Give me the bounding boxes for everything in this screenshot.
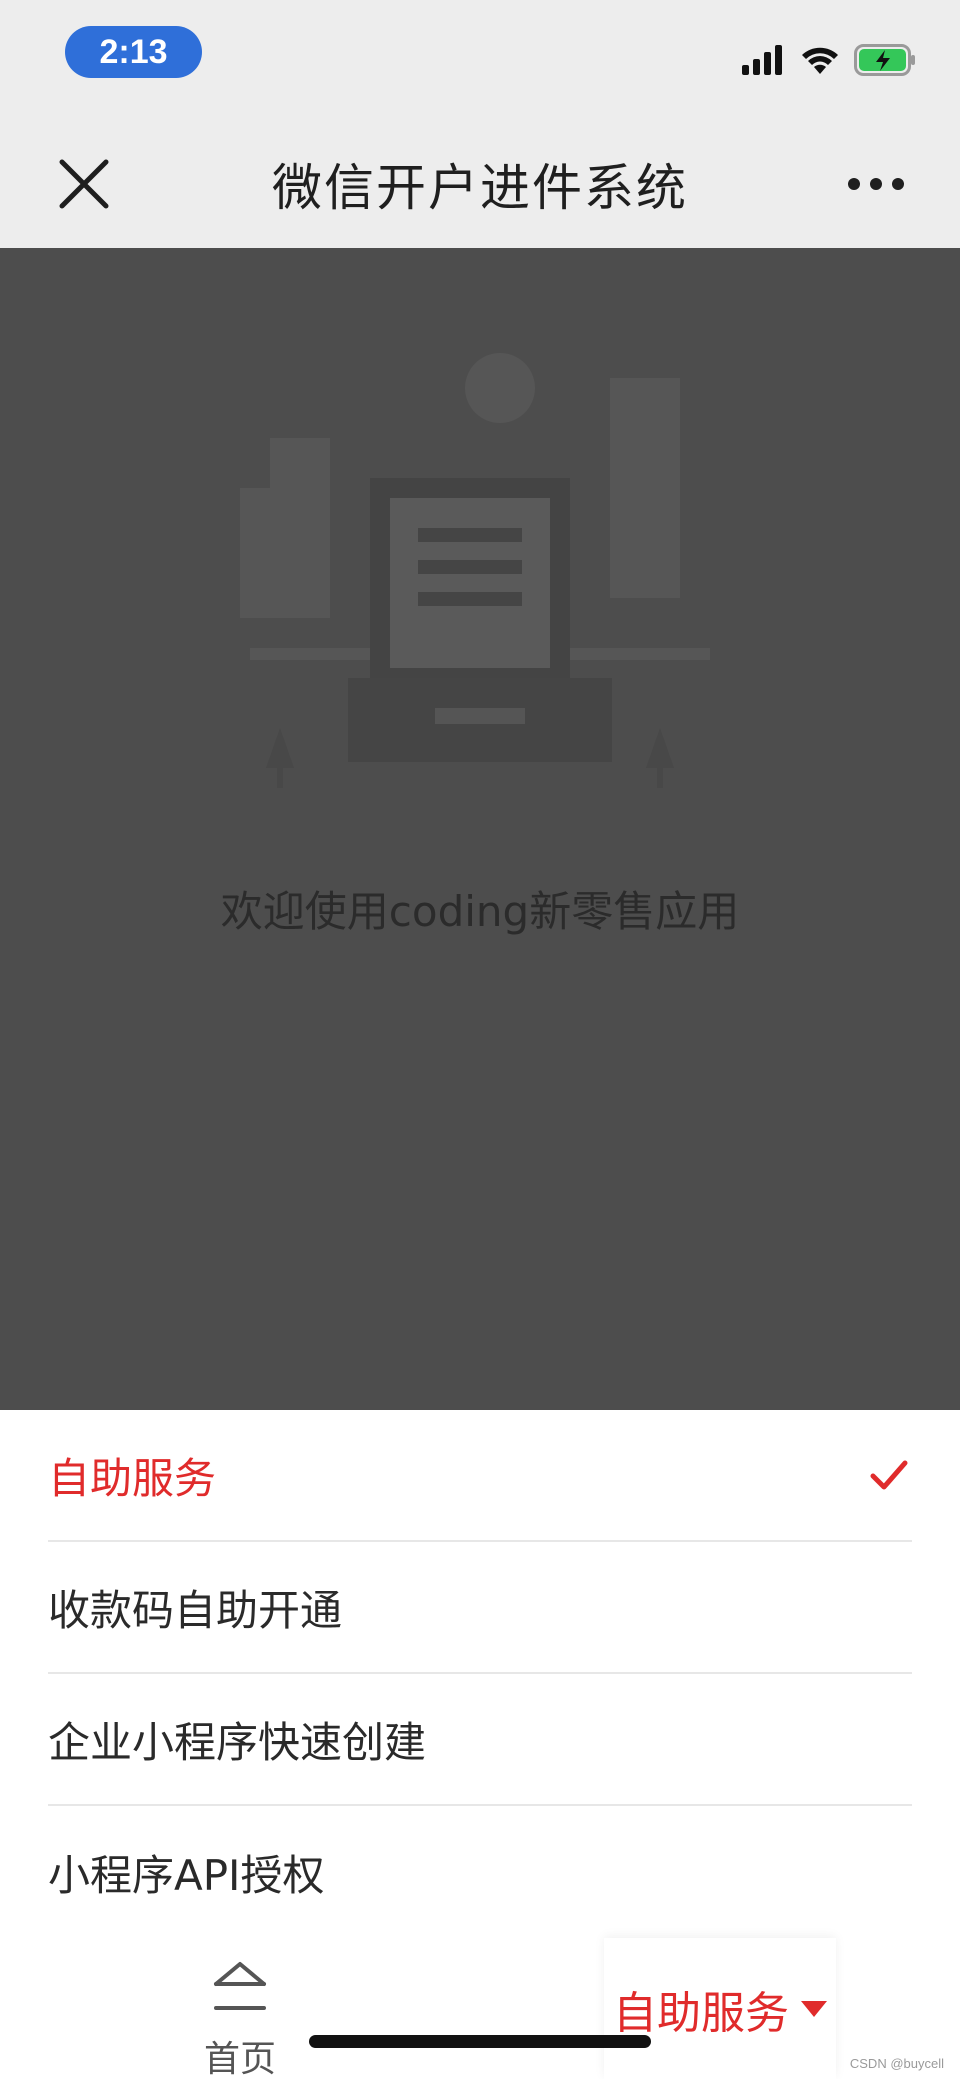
close-icon[interactable] <box>54 154 114 214</box>
home-icon <box>214 1962 266 2010</box>
battery-charging-icon <box>854 44 915 76</box>
more-icon[interactable] <box>846 164 906 204</box>
home-indicator <box>309 2035 651 2048</box>
signal-icon <box>742 45 782 75</box>
page-title: 微信开户进件系统 <box>272 159 688 217</box>
watermark: CSDN @buycell <box>849 2056 944 2071</box>
dropdown-item-api-auth[interactable]: 小程序API授权 <box>48 1806 912 1938</box>
dropdown-item-label: 小程序API授权 <box>48 1850 325 1900</box>
dropdown-item-label: 收款码自助开通 <box>48 1585 343 1635</box>
caret-down-icon <box>801 2000 827 2017</box>
check-icon <box>870 1460 908 1490</box>
service-dropdown: 自助服务 收款码自助开通 企业小程序快速创建 小程序API授权 <box>0 1410 960 1938</box>
dropdown-item-mini-program[interactable]: 企业小程序快速创建 <box>48 1674 912 1806</box>
tab-bar: 首页 自助服务 <box>0 1938 960 2079</box>
status-time: 2:13 <box>65 26 202 78</box>
dropdown-item-label: 自助服务 <box>48 1453 217 1503</box>
tab-self-service-label: 自助服务 <box>613 1987 789 2039</box>
dropdown-item-qr-payment[interactable]: 收款码自助开通 <box>48 1542 912 1674</box>
tab-self-service[interactable]: 自助服务 <box>604 1938 836 2079</box>
dim-overlay[interactable]: 欢迎使用coding新零售应用 <box>0 248 960 1410</box>
tab-home[interactable]: 首页 <box>190 1948 290 2079</box>
dropdown-item-self-service[interactable]: 自助服务 <box>48 1410 912 1542</box>
welcome-text: 欢迎使用coding新零售应用 <box>220 887 740 936</box>
tab-home-label: 首页 <box>203 2039 276 2079</box>
status-bar: 2:13 <box>0 0 960 120</box>
nav-bar: 微信开户进件系统 <box>0 120 960 248</box>
phone-screen: 2:13 微信开户进件系统 欢迎使用coding新零售应用 自助服务 收款码自助… <box>0 0 960 2079</box>
status-icons <box>742 40 916 80</box>
dropdown-item-label: 企业小程序快速创建 <box>48 1717 427 1767</box>
wifi-icon <box>802 47 838 74</box>
building-document-illustration <box>240 353 710 788</box>
